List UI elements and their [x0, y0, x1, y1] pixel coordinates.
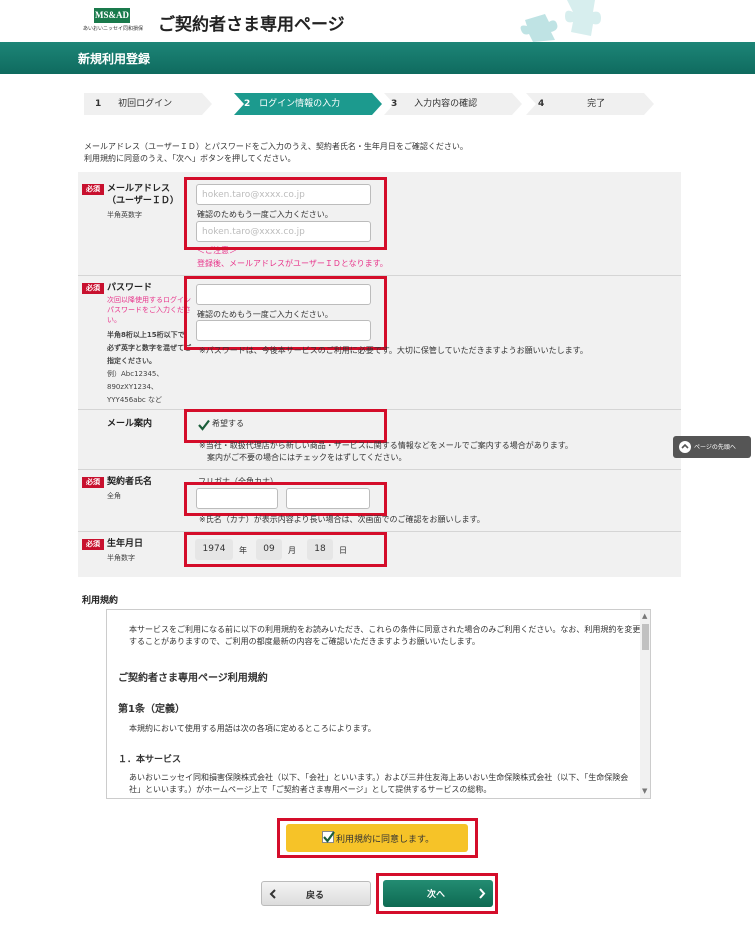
agree-label: 利用規約に同意します。 [336, 835, 435, 845]
password-example-1: 例）Abc12345、 [107, 370, 164, 378]
mail-info-note-2: 案内がご不要の場合にはチェックをはずしてください。 [207, 453, 407, 462]
step-2: 2 ログイン情報の入力 [244, 93, 384, 115]
email-label: メールアドレス [107, 184, 171, 194]
password-label: パスワード [107, 283, 153, 293]
back-button[interactable]: 戻る [261, 881, 371, 906]
next-label: 次へ [427, 890, 446, 900]
scroll-up-icon[interactable]: ▲ [642, 612, 647, 620]
step-4: 4 完了 [538, 93, 638, 115]
mail-info-highlight [184, 409, 387, 443]
step-4-label: 完了 [587, 99, 606, 109]
terms-item-1: １．本サービス [118, 755, 182, 765]
terms-scrollbar[interactable]: ▲ ▼ [640, 610, 650, 798]
step-3-label: 入力内容の確認 [414, 99, 478, 109]
logo-mark: MS&AD [94, 8, 130, 23]
terms-article-1-text: 本規約において使用する用語は次の各項に定めるところによります。 [129, 724, 376, 733]
next-button[interactable]: 次へ [383, 880, 493, 907]
birth-highlight [184, 532, 387, 567]
intro-line-2: 利用規約に同意のうえ、「次へ」ボタンを押してください。 [84, 154, 296, 163]
password-example-3: YYY456abc など [107, 396, 162, 404]
intro-line-1: メールアドレス（ユーザーＩＤ）とパスワードをご入力のうえ、契約者氏名・生年月日を… [84, 142, 468, 151]
scroll-down-icon[interactable]: ▼ [642, 787, 647, 795]
name-note: ※氏名（カナ）が表示内容より長い場合は、次画面でのご確認をお願いします。 [199, 515, 485, 524]
email-label-userid: （ユーザーＩＤ） [107, 196, 179, 206]
mail-info-note-1: ※当社・取扱代理店から新しい商品・サービスに関する情報などをメールでご案内する場… [199, 441, 573, 450]
email-note: 登録後、メールアドレスがユーザーＩＤとなります。 [197, 259, 388, 268]
terms-paragraph-1a: 本サービスをご利用になる前に以下の利用規約をお読みいただき、これらの条件に同意さ… [129, 625, 641, 634]
site-title: ご契約者さま専用ページ [158, 15, 345, 35]
agree-button[interactable]: 利用規約に同意します。 [286, 824, 468, 852]
scrollbar-thumb[interactable] [642, 624, 649, 650]
terms-paragraph-1b: することがありますので、ご利用の都度最新の内容をご確認いただきますようお願いいた… [129, 637, 480, 646]
password-highlight [184, 276, 387, 350]
required-badge: 必須 [82, 539, 104, 550]
required-badge: 必須 [82, 477, 104, 488]
page-top-label: ページの先頭へ [694, 444, 736, 451]
required-badge: 必須 [82, 283, 104, 294]
password-sub-1: 次回以降使用するログイン [107, 296, 191, 304]
step-4-number: 4 [538, 99, 545, 109]
terms-title: ご契約者さま専用ページ利用規約 [118, 673, 268, 684]
step-1-label: 初回ログイン [118, 99, 173, 109]
arrow-up-circle-icon [679, 441, 691, 453]
email-sub: 半角英数字 [107, 211, 142, 219]
step-3-number: 3 [391, 99, 398, 109]
birth-label: 生年月日 [107, 539, 144, 549]
chevron-right-icon [479, 888, 486, 899]
row-divider [78, 469, 681, 470]
step-2-number: 2 [244, 99, 251, 109]
name-sub: 全角 [107, 492, 121, 500]
step-1: 1 初回ログイン [95, 93, 205, 115]
email-highlight [184, 177, 387, 250]
birth-sub: 半角数字 [107, 554, 135, 562]
agree-checkbox[interactable] [322, 831, 335, 843]
terms-heading: 利用規約 [82, 596, 119, 606]
terms-item-1-text-a: あいおいニッセイ同和損害保険株式会社（以下、「会社」といいます。）および三井住友… [129, 773, 629, 782]
header: MS&AD あいおいニッセイ同和損保 ご契約者さま専用ページ [0, 0, 755, 42]
step-2-label: ログイン情報の入力 [259, 99, 341, 109]
logo-subtext: あいおいニッセイ同和損保 [83, 26, 144, 32]
password-note: ※パスワードは、今後本サービスのご利用に必要です。大切に保管していただきますよう… [199, 346, 588, 355]
logo: MS&AD あいおいニッセイ同和損保 [83, 8, 143, 34]
chevron-left-icon [269, 889, 276, 899]
password-rule-1: 半角8桁以上15桁以下で、 [107, 331, 192, 339]
password-sub-3: い。 [107, 316, 121, 324]
name-highlight [184, 482, 387, 516]
terms-article-1: 第1条（定義） [118, 704, 185, 715]
step-3: 3 入力内容の確認 [391, 93, 511, 115]
password-rule-3: 指定ください。 [107, 357, 156, 365]
terms-item-1-text-b: 社」といいます。）がホームページ上で「ご契約者さま専用ページ」として提供するサー… [129, 785, 492, 794]
puzzle-decoration-icon [520, 0, 601, 42]
terms-scroll-box[interactable]: 本サービスをご利用になる前に以下の利用規約をお読みいただき、これらの条件に同意さ… [106, 609, 651, 799]
checkmark-icon [323, 831, 335, 843]
required-badge: 必須 [82, 184, 104, 195]
mail-info-label: メール案内 [107, 419, 153, 429]
step-1-number: 1 [95, 99, 102, 109]
page-banner-title: 新規利用登録 [78, 52, 151, 66]
page-banner: 新規利用登録 [0, 42, 755, 74]
password-example-2: 890zXY1234、 [107, 383, 158, 391]
name-label: 契約者氏名 [107, 477, 153, 487]
password-sub-2: パスワードをご入力くださ [107, 306, 191, 314]
page-top-button[interactable]: ページの先頭へ [673, 436, 751, 458]
password-rule-2: 必ず英字と数字を混ぜてご [107, 344, 192, 352]
back-label: 戻る [306, 891, 325, 901]
